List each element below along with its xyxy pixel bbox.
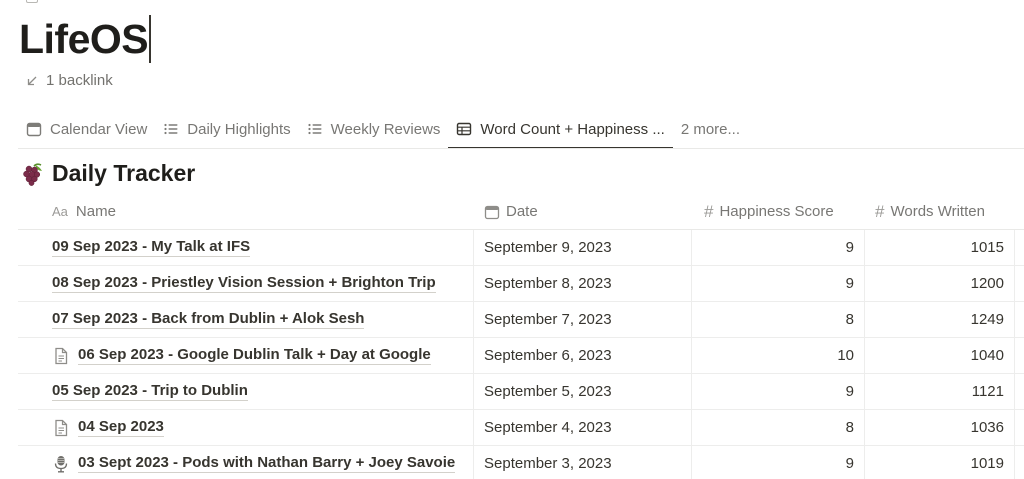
date-cell[interactable]: September 7, 2023 xyxy=(474,302,692,337)
words-cell[interactable]: 1015 xyxy=(865,230,1015,265)
happiness-cell[interactable]: 9 xyxy=(692,266,865,301)
table-row[interactable]: 03 Sept 2023 - Pods with Nathan Barry + … xyxy=(18,446,1024,479)
tab-label: 2 more... xyxy=(680,120,741,138)
tab-label: Daily Highlights xyxy=(187,120,291,138)
page-link[interactable]: 03 Sept 2023 - Pods with Nathan Barry + … xyxy=(78,454,456,473)
name-cell[interactable]: 06 Sep 2023 - Google Dublin Talk + Day a… xyxy=(18,338,474,373)
words-cell[interactable]: 1036 xyxy=(865,410,1015,445)
backlinks-label: 1 backlink xyxy=(46,72,113,89)
table-row[interactable]: 05 Sep 2023 - Trip to Dublin September 5… xyxy=(18,374,1024,410)
document-icon xyxy=(55,347,68,364)
database-title[interactable]: Daily Tracker xyxy=(21,160,195,187)
page-link[interactable]: 08 Sep 2023 - Priestley Vision Session +… xyxy=(52,274,436,293)
date-cell[interactable]: September 8, 2023 xyxy=(474,266,692,301)
page-link[interactable]: 04 Sep 2023 xyxy=(78,418,164,437)
grapes-icon xyxy=(23,162,42,186)
table-row[interactable]: 09 Sep 2023 - My Talk at IFS September 9… xyxy=(18,230,1024,266)
list-icon xyxy=(164,123,178,135)
page-icon-stub xyxy=(26,0,38,3)
column-header-date[interactable]: Date xyxy=(474,194,692,229)
happiness-cell[interactable]: 9 xyxy=(692,230,865,265)
words-cell[interactable]: 1249 xyxy=(865,302,1015,337)
number-property-icon: # xyxy=(875,201,885,221)
tab-word-count-happiness[interactable]: Word Count + Happiness ... xyxy=(448,110,674,149)
table-header: Aa Name Date # Happiness Score # Words W… xyxy=(18,194,1024,230)
column-header-name[interactable]: Aa Name xyxy=(18,194,474,229)
extra-cell xyxy=(1015,266,1024,301)
database-title-text: Daily Tracker xyxy=(52,160,196,186)
page-title[interactable]: LifeOS xyxy=(19,12,151,66)
page-title-text[interactable]: LifeOS xyxy=(19,12,149,66)
name-cell[interactable]: 05 Sep 2023 - Trip to Dublin xyxy=(18,374,474,409)
calendar-icon xyxy=(26,122,42,137)
table-row[interactable]: 04 Sep 2023 September 4, 2023 8 1036 xyxy=(18,410,1024,446)
name-cell[interactable]: 04 Sep 2023 xyxy=(18,410,474,445)
tab-label: Word Count + Happiness ... xyxy=(480,120,665,138)
words-cell[interactable]: 1121 xyxy=(865,374,1015,409)
table-icon xyxy=(457,122,472,136)
document-icon xyxy=(55,419,68,436)
more-views-button[interactable]: 2 more... xyxy=(673,110,748,148)
column-label: Date xyxy=(506,203,538,220)
table-row[interactable]: 07 Sep 2023 - Back from Dublin + Alok Se… xyxy=(18,302,1024,338)
page-link[interactable]: 06 Sep 2023 - Google Dublin Talk + Day a… xyxy=(78,346,431,365)
tabs-divider xyxy=(18,148,1024,149)
name-cell[interactable]: 08 Sep 2023 - Priestley Vision Session +… xyxy=(18,266,474,301)
column-label: Happiness Score xyxy=(719,203,834,220)
date-cell[interactable]: September 4, 2023 xyxy=(474,410,692,445)
words-cell[interactable]: 1040 xyxy=(865,338,1015,373)
happiness-cell[interactable]: 8 xyxy=(692,302,865,337)
date-cell[interactable]: September 9, 2023 xyxy=(474,230,692,265)
tab-calendar-view[interactable]: Calendar View xyxy=(18,110,155,148)
extra-cell xyxy=(1015,446,1024,479)
database-view-tabs: Calendar View Daily Highlights Weekly Re… xyxy=(18,110,748,149)
tab-label: Weekly Reviews xyxy=(330,120,441,138)
date-cell[interactable]: September 6, 2023 xyxy=(474,338,692,373)
column-label: Name xyxy=(75,203,116,220)
arrow-down-left-icon xyxy=(27,76,37,85)
happiness-cell[interactable]: 9 xyxy=(692,374,865,409)
text-cursor xyxy=(149,15,151,63)
name-cell[interactable]: 07 Sep 2023 - Back from Dublin + Alok Se… xyxy=(18,302,474,337)
extra-cell xyxy=(1015,302,1024,337)
extra-cell xyxy=(1015,338,1024,373)
calendar-icon xyxy=(484,205,500,219)
tab-daily-highlights[interactable]: Daily Highlights xyxy=(155,110,298,148)
happiness-cell[interactable]: 10 xyxy=(692,338,865,373)
happiness-cell[interactable]: 9 xyxy=(692,446,865,479)
text-property-icon: Aa xyxy=(52,204,68,219)
microphone-icon xyxy=(54,455,68,472)
name-cell[interactable]: 03 Sept 2023 - Pods with Nathan Barry + … xyxy=(18,446,474,479)
extra-cell xyxy=(1015,230,1024,265)
extra-cell xyxy=(1015,410,1024,445)
backlinks-link[interactable]: 1 backlink xyxy=(26,72,113,89)
tab-label: Calendar View xyxy=(50,120,148,138)
table-row[interactable]: 08 Sep 2023 - Priestley Vision Session +… xyxy=(18,266,1024,302)
column-label: Words Written xyxy=(890,203,985,220)
page-link[interactable]: 05 Sep 2023 - Trip to Dublin xyxy=(52,382,248,401)
column-header-happiness-score[interactable]: # Happiness Score xyxy=(692,194,865,229)
list-icon xyxy=(308,123,322,135)
page-link[interactable]: 07 Sep 2023 - Back from Dublin + Alok Se… xyxy=(52,310,365,329)
words-cell[interactable]: 1200 xyxy=(865,266,1015,301)
table-row[interactable]: 06 Sep 2023 - Google Dublin Talk + Day a… xyxy=(18,338,1024,374)
daily-tracker-table: Aa Name Date # Happiness Score # Words W… xyxy=(18,194,1024,479)
name-cell[interactable]: 09 Sep 2023 - My Talk at IFS xyxy=(18,230,474,265)
page-link[interactable]: 09 Sep 2023 - My Talk at IFS xyxy=(52,238,251,257)
number-property-icon: # xyxy=(704,201,714,221)
date-cell[interactable]: September 5, 2023 xyxy=(474,374,692,409)
date-cell[interactable]: September 3, 2023 xyxy=(474,446,692,479)
tab-weekly-reviews[interactable]: Weekly Reviews xyxy=(299,110,449,148)
extra-cell xyxy=(1015,374,1024,409)
column-header-words-written[interactable]: # Words Written xyxy=(865,194,1015,229)
happiness-cell[interactable]: 8 xyxy=(692,410,865,445)
words-cell[interactable]: 1019 xyxy=(865,446,1015,479)
